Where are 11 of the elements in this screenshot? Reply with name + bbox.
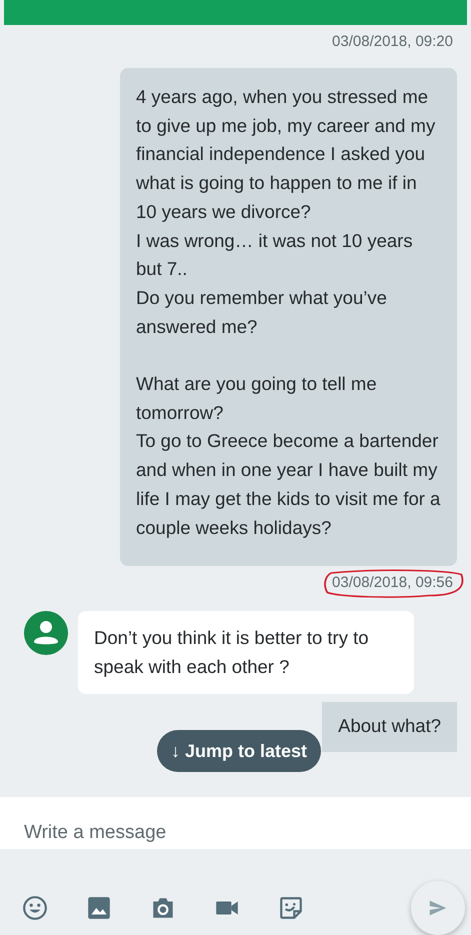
- message-input[interactable]: Write a message: [0, 797, 471, 849]
- emoji-icon[interactable]: [22, 895, 48, 921]
- message-bubble: Don’t you think it is better to try to speak with each other ?: [78, 611, 414, 694]
- timestamp: 03/08/2018, 09:20: [331, 32, 454, 52]
- timestamp: 03/08/2018, 09:56: [328, 572, 457, 594]
- message-bubble: 4 years ago, when you stressed me to give up me job, my career and my financial independence I asked you what is going to happen to me if in 10 years we divorce? I was wrong… it was not 10 years but 7.. Do you remember what you’ve answered me? What are you going to tell me tomorrow? To go to Greece become a bartender and when in one year I have built my life I may get the kids to visit me for a couple weeks holidays?: [120, 68, 457, 566]
- message-bubble: About what?: [322, 702, 457, 752]
- avatar-icon: [24, 611, 68, 656]
- sticker-icon[interactable]: [278, 895, 304, 921]
- jump-to-latest-button[interactable]: ↓ Jump to latest: [157, 730, 322, 772]
- image-icon[interactable]: [86, 895, 112, 921]
